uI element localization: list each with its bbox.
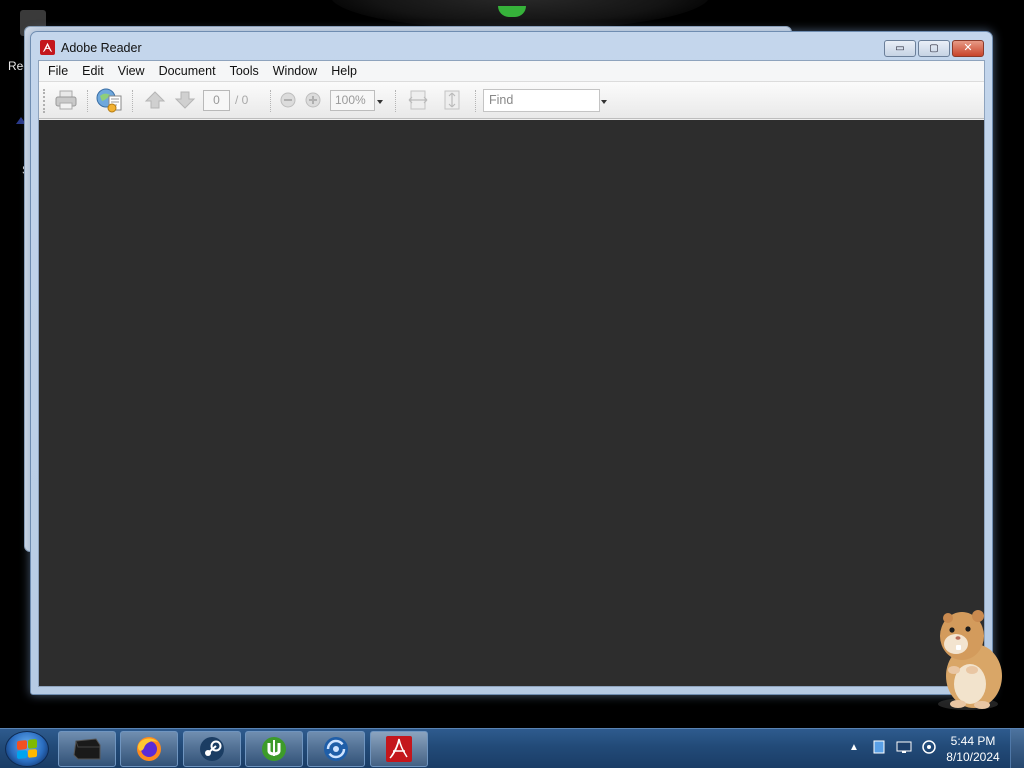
toolbar-separator (270, 90, 271, 112)
window-client-area: File Edit View Document Tools Window Hel… (38, 60, 985, 687)
adobe-reader-icon (386, 736, 412, 762)
explorer-icon (73, 738, 101, 760)
sync-icon (324, 737, 348, 761)
toolbar-separator (132, 90, 133, 112)
page-total: / 0 (235, 93, 249, 107)
minimize-button[interactable]: ▭ (884, 40, 916, 57)
fit-width-button[interactable] (405, 88, 431, 112)
start-button[interactable] (5, 731, 49, 767)
page-number-input[interactable]: 0 (203, 90, 230, 111)
arrow-up-icon (144, 91, 166, 109)
toolbar-separator (475, 90, 476, 112)
clock-date: 8/10/2024 (946, 750, 1000, 764)
find-input[interactable]: Find (483, 89, 600, 112)
menu-tools[interactable]: Tools (223, 61, 266, 81)
taskbar-adobe-reader[interactable] (370, 731, 428, 767)
menu-file[interactable]: File (41, 61, 75, 81)
window-controls: ▭ ▢ ✕ (884, 40, 984, 57)
system-clock[interactable]: 5:44 PM 8/10/2024 (940, 733, 1006, 765)
taskbar-steam[interactable] (183, 731, 241, 767)
fit-width-icon (408, 90, 428, 110)
menu-window[interactable]: Window (266, 61, 324, 81)
adobe-reader-window[interactable]: Adobe Reader ▭ ▢ ✕ File Edit View Docume… (30, 31, 993, 695)
menu-view[interactable]: View (111, 61, 152, 81)
menu-bar: File Edit View Document Tools Window Hel… (39, 61, 984, 82)
toolbar-separator (395, 90, 396, 112)
zoom-in-icon (305, 92, 321, 108)
utorrent-icon (262, 737, 286, 761)
taskbar-firefox[interactable] (120, 731, 178, 767)
zoom-dropdown-icon[interactable] (377, 100, 383, 104)
arrow-down-icon (174, 91, 196, 109)
volume-icon[interactable] (921, 739, 937, 755)
hamster-desktop-pet[interactable] (928, 604, 1008, 712)
menu-document[interactable]: Document (152, 61, 223, 81)
zoom-out-icon (280, 92, 296, 108)
maximize-icon: ▢ (929, 42, 939, 54)
find-dropdown-icon[interactable] (601, 100, 607, 104)
title-bar[interactable]: Adobe Reader ▭ ▢ ✕ (31, 32, 992, 60)
print-icon (55, 90, 77, 110)
maximize-button[interactable]: ▢ (918, 40, 950, 57)
menu-edit[interactable]: Edit (75, 61, 111, 81)
taskbar-sync-app[interactable] (307, 731, 365, 767)
taskbar-explorer[interactable] (58, 731, 116, 767)
zoom-out-button[interactable] (277, 88, 299, 112)
previous-page-button[interactable] (142, 88, 168, 112)
windows-logo-icon (17, 738, 37, 760)
close-icon: ✕ (963, 42, 973, 54)
fit-page-icon (444, 90, 460, 110)
taskbar: ▲ 5:44 PM 8/10/2024 (0, 728, 1024, 768)
print-button[interactable] (52, 88, 80, 112)
toolbar: 0 / 0 100% Find (39, 82, 984, 119)
fit-page-button[interactable] (439, 88, 465, 112)
tray-app-icon[interactable] (871, 739, 887, 755)
firefox-icon (137, 737, 161, 761)
show-desktop-button[interactable] (1010, 729, 1024, 768)
system-tray: ▲ (846, 739, 937, 755)
toolbar-grip[interactable] (43, 89, 45, 113)
collaborate-button[interactable] (94, 88, 124, 113)
zoom-level-field[interactable]: 100% (330, 90, 375, 111)
document-view[interactable] (39, 120, 984, 686)
window-title: Adobe Reader (61, 41, 142, 55)
adobe-reader-icon (40, 40, 55, 55)
taskbar-utorrent[interactable] (245, 731, 303, 767)
minimize-icon: ▭ (895, 42, 905, 54)
zoom-in-button[interactable] (302, 88, 324, 112)
network-icon[interactable] (896, 739, 912, 755)
clock-time: 5:44 PM (950, 734, 996, 748)
desktop: Rec S Adobe Reader ▭ ▢ ✕ File Edit View … (0, 0, 1024, 728)
menu-help[interactable]: Help (324, 61, 364, 81)
next-page-button[interactable] (172, 88, 198, 112)
steam-icon (200, 737, 224, 761)
show-hidden-icons-icon[interactable]: ▲ (846, 739, 862, 755)
close-button[interactable]: ✕ (952, 40, 984, 57)
toolbar-separator (87, 90, 88, 112)
collaborate-icon (96, 88, 122, 113)
